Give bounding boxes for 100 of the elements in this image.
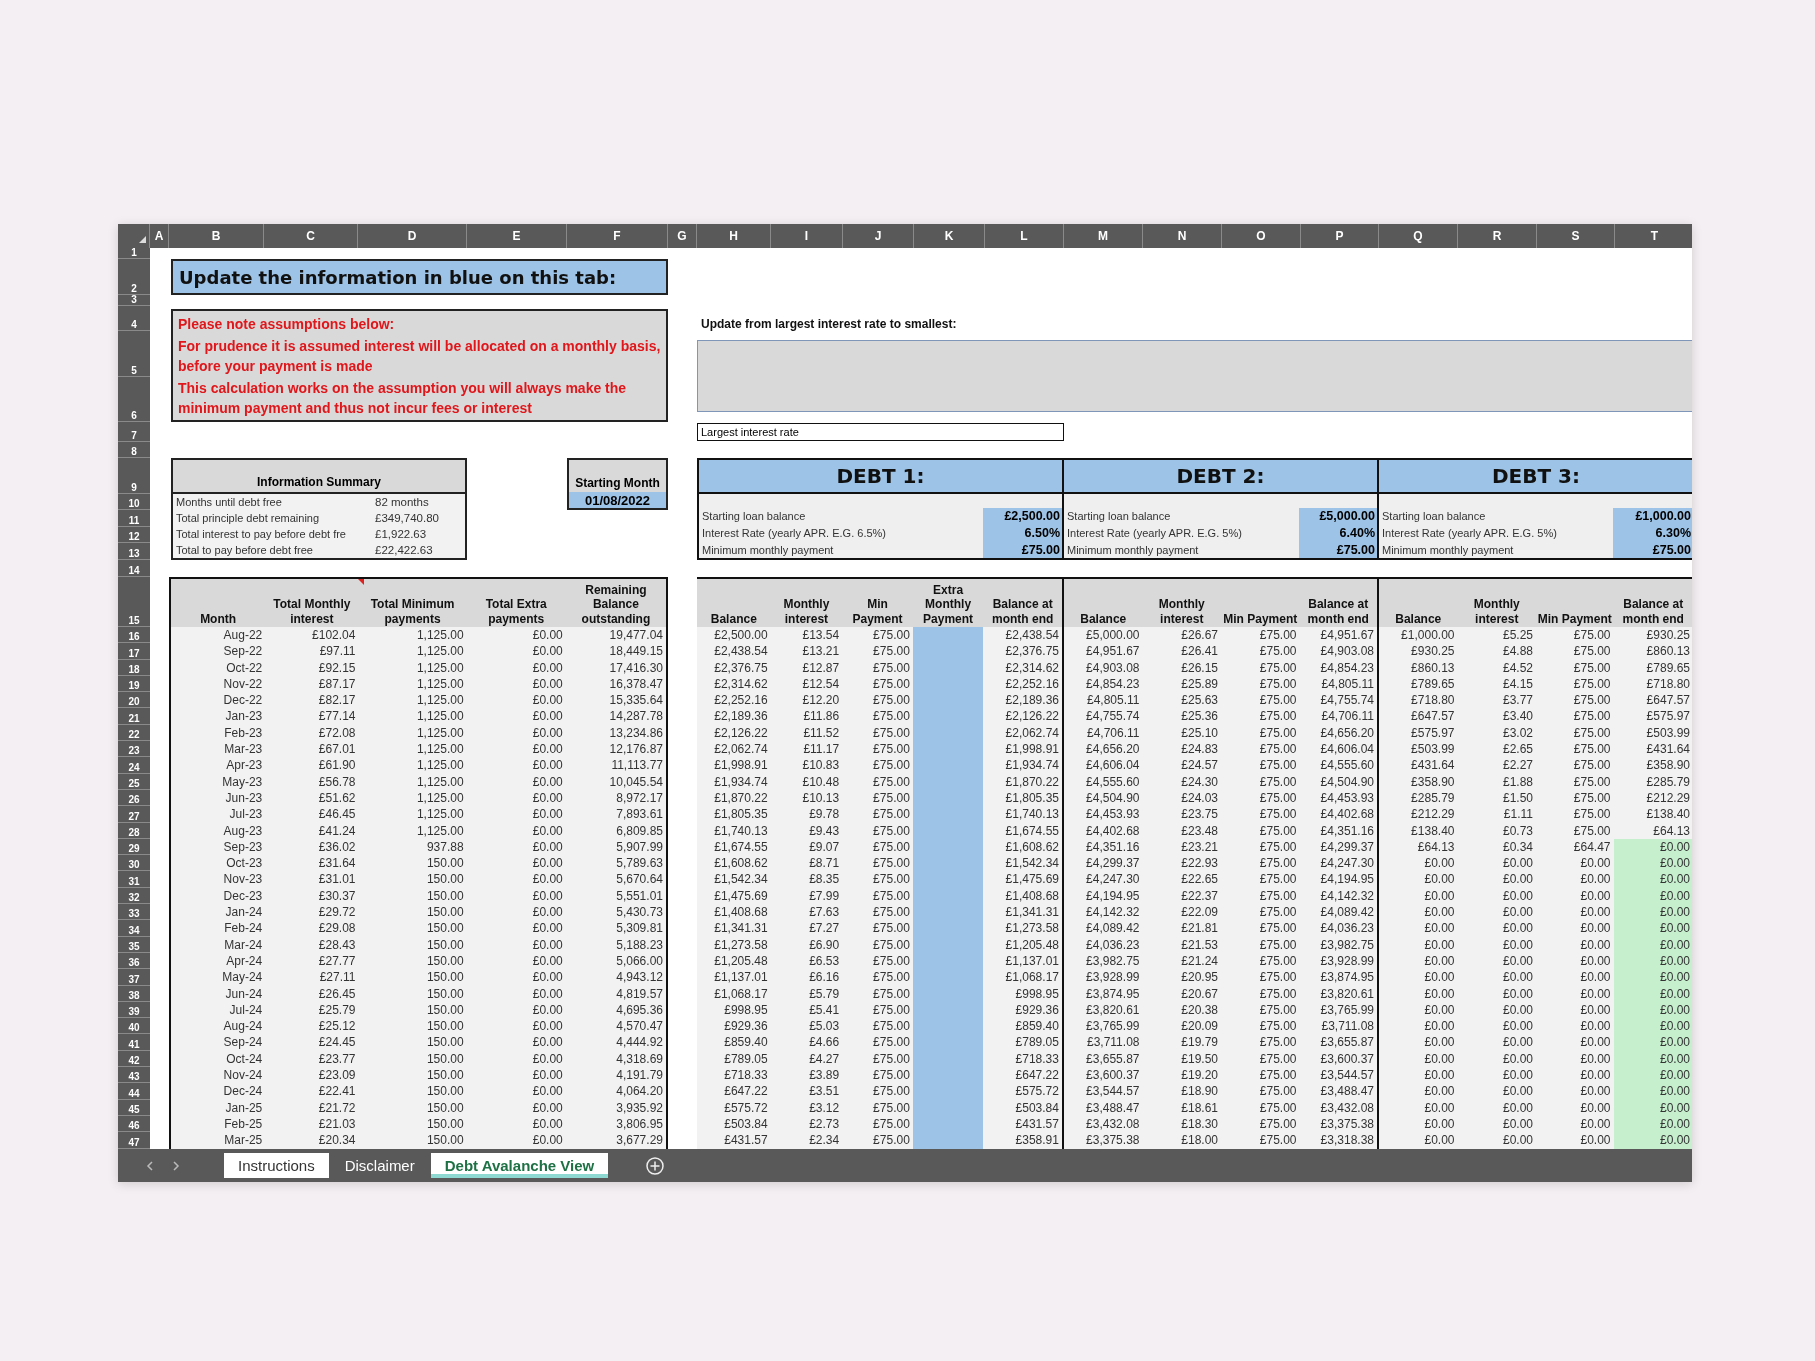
table-cell-text: £19.50 [1180,1050,1219,1067]
row-number[interactable]: 9 [118,458,150,494]
table-cell-text: £212.29 [1410,806,1456,823]
table-cell-text: £25.36 [1180,708,1219,725]
row-number[interactable]: 37 [118,969,150,986]
column-letter[interactable]: E [467,224,567,248]
table-cell-text: £1,870.22 [1004,773,1060,790]
table-cell-text: £4,247.30 [1319,855,1375,872]
table-cell-text: £29.72 [317,904,357,921]
column-letter[interactable]: M [1064,224,1143,248]
row-number[interactable]: 17 [118,643,150,660]
table-cell-text: £4,805.11 [1086,692,1141,709]
title-banner: Update the information in blue on this tab: [171,259,668,295]
row-number[interactable]: 7 [118,422,150,442]
table-cell-text: £64.13 [1652,822,1691,839]
row-number[interactable]: 5 [118,331,150,377]
row-number[interactable]: 6 [118,377,150,422]
row-number[interactable]: 44 [118,1083,150,1100]
row-number[interactable]: 30 [118,855,150,872]
column-letter[interactable]: C [264,224,358,248]
scroll-left-icon[interactable] [146,1160,153,1171]
row-number[interactable]: 24 [118,757,150,774]
table-cell-text: £0.00 [1579,1050,1612,1067]
column-letter[interactable]: R [1458,224,1537,248]
table-cell-text: £4,706.11 [1320,708,1375,725]
row-number[interactable]: 15 [118,577,150,627]
row-number[interactable]: 4 [118,306,150,331]
row-number[interactable]: 21 [118,708,150,725]
column-letter[interactable]: K [914,224,985,248]
row-number[interactable]: 33 [118,904,150,921]
interest-rate-slot[interactable]: Largest interest rate [697,423,1064,441]
column-header: Balance [1064,579,1143,627]
row-number[interactable]: 3 [118,295,150,306]
column-letter[interactable]: O [1222,224,1301,248]
column-letter[interactable]: S [1537,224,1615,248]
table-cell-text: £75.00 [1258,627,1298,644]
debt-field-input[interactable]: £75.00 [1299,541,1377,558]
table-cell-text: £75.00 [1258,904,1298,921]
debt-field-input[interactable]: £75.00 [1613,541,1692,558]
select-all-icon[interactable] [139,236,146,243]
row-number[interactable]: 2 [118,259,150,295]
row-number[interactable]: 14 [118,560,150,577]
column-letter[interactable]: H [697,224,771,248]
row-number[interactable]: 13 [118,543,150,560]
table-cell-text: £0.00 [1423,1018,1456,1035]
row-number[interactable]: 27 [118,806,150,823]
table-cell-text: 4,570.47 [615,1018,664,1035]
row-number[interactable]: 47 [118,1132,150,1149]
table-cell-text: Dec-22 [222,692,264,709]
scroll-right-icon[interactable] [173,1160,180,1171]
column-letter[interactable]: T [1615,224,1692,248]
column-letter[interactable]: I [771,224,843,248]
row-number[interactable]: 31 [118,871,150,888]
debt-field-input[interactable]: £1,000.00 [1613,508,1692,525]
column-letter[interactable]: J [843,224,914,248]
debt-field-input[interactable]: £5,000.00 [1299,508,1377,525]
table-cell-text: £0.00 [531,724,564,742]
column-letter[interactable]: A [150,224,169,248]
table-cell-text: 5,789.63 [615,855,664,872]
table-cell-text: £1,408.68 [713,904,769,921]
table-cell-text: £75.00 [1258,1083,1298,1100]
table-cell-text: £2,062.74 [1004,724,1060,742]
debt-field-input[interactable]: £2,500.00 [983,508,1062,525]
row-number[interactable]: 23 [118,741,150,758]
table-cell-text: £0.00 [1579,1001,1612,1019]
table-cell-text: 1,125.00 [415,692,465,709]
column-letter[interactable]: N [1143,224,1222,248]
row-number[interactable]: 1 [118,248,150,259]
debt-field-input[interactable]: £75.00 [983,541,1062,558]
row-number[interactable]: 10 [118,494,150,510]
row-number[interactable]: 16 [118,627,150,644]
row-number[interactable]: 20 [118,692,150,709]
row-number[interactable]: 34 [118,920,150,937]
table-cell-text: £25.63 [1180,692,1219,709]
column-letter[interactable]: P [1301,224,1379,248]
table-cell-text: £3,820.61 [1085,1001,1141,1019]
column-letter[interactable]: D [358,224,467,248]
table-cell: £0.00 [1613,1083,1692,1100]
table-cell-text: £575.97 [1410,724,1456,742]
sheet-tab[interactable]: Instructions [224,1153,329,1178]
row-number[interactable]: 40 [118,1018,150,1035]
starting-month-field[interactable]: 01/08/2022 [569,492,666,508]
column-letter[interactable]: Q [1379,224,1458,248]
column-letter[interactable]: B [169,224,264,248]
sheet-tab[interactable]: Debt Avalanche View [430,1153,609,1178]
table-cell-text: £9.07 [808,838,841,856]
column-letter[interactable]: G [668,224,697,248]
sheet-tab[interactable]: Disclaimer [330,1153,429,1178]
column-letter[interactable]: L [985,224,1064,248]
row-number[interactable]: 41 [118,1034,150,1051]
table-cell-text: £0.00 [531,692,564,709]
add-sheet-icon[interactable] [646,1156,665,1175]
table-cell-text: £75.00 [1258,969,1298,986]
row-number[interactable]: 43 [118,1067,150,1084]
column-letter[interactable]: F [567,224,668,248]
row-number[interactable]: 8 [118,442,150,458]
row-number[interactable]: 12 [118,527,150,543]
table-cell-text: £19.79 [1180,1034,1219,1051]
table-cell-text: £0.00 [1579,1018,1612,1035]
row-number[interactable]: 11 [118,510,150,527]
